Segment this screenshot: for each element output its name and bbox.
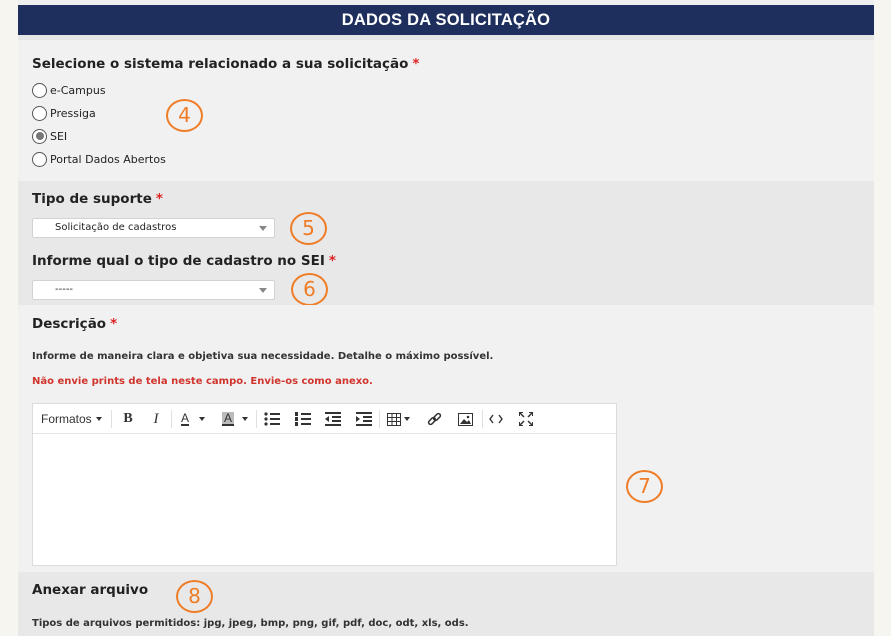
toolbar-divider [111,410,112,428]
section-header: DADOS DA SOLICITAÇÃO [18,5,874,35]
image-icon [457,412,473,426]
text-color-icon: A [180,411,189,426]
descricao-warning: Não envie prints de tela neste campo. En… [32,376,373,387]
formats-dropdown[interactable]: Formatos [41,404,102,434]
chevron-down-icon [259,288,267,293]
indent-icon [356,412,372,426]
fullscreen-icon [519,412,533,426]
bullet-list-button[interactable] [262,404,282,434]
code-icon [489,414,503,424]
table-button[interactable] [384,404,412,434]
toolbar-divider [256,410,257,428]
chevron-down-icon [403,417,410,421]
sistema-label: Selecione o sistema relacionado a sua so… [32,56,420,72]
chevron-down-icon [95,417,102,421]
indent-button[interactable] [354,404,374,434]
chevron-down-icon [259,226,267,231]
radio-pressiga[interactable]: Pressiga [32,104,96,122]
radio-button-selected[interactable] [32,128,47,144]
radio-portal-dados-abertos[interactable]: Portal Dados Abertos [32,150,166,168]
radio-ecampus[interactable]: e-Campus [32,81,106,99]
section-descricao: Descrição * Informe de maneira clara e ob… [18,305,874,572]
source-code-button[interactable] [485,404,507,434]
anexo-label: Anexar arquivo [32,582,149,598]
italic-button[interactable]: I [147,404,165,434]
link-button[interactable] [423,404,445,434]
toolbar-divider [482,410,483,428]
section-suporte: Tipo de suporte * Solicitação de cadastro… [18,181,874,306]
bg-color-icon: A [221,411,234,426]
required-mark: * [412,56,420,72]
radio-button[interactable] [32,82,47,98]
chevron-down-icon [242,417,248,421]
radio-sei[interactable]: SEI [32,127,67,145]
outdent-button[interactable] [323,404,343,434]
numbered-list-button[interactable] [293,404,313,434]
outdent-icon [325,412,341,426]
table-icon [386,412,401,426]
suporte-select[interactable]: Solicitação de cadastros [32,218,275,238]
section-sistema: Selecione o sistema relacionado a sua so… [18,40,874,181]
suporte-label: Tipo de suporte * [32,191,163,207]
bullet-list-icon [264,412,280,426]
annotation-badge-5: 5 [290,212,327,245]
fullscreen-button[interactable] [515,404,537,434]
annotation-badge-7: 7 [626,470,663,503]
descricao-hint: Informe de maneira clara e objetiva sua … [32,351,494,362]
bold-button[interactable]: B [119,404,137,434]
chevron-down-icon [199,417,205,421]
radio-button[interactable] [32,151,47,167]
cadastro-select[interactable]: ----- [32,280,275,300]
rich-text-editor[interactable]: Formatos B I A A [32,403,617,566]
required-mark: * [155,191,163,207]
radio-button[interactable] [32,105,47,121]
section-anexo: Anexar arquivo Tipos de arquivos permiti… [18,572,874,636]
annotation-badge-4: 4 [166,99,203,132]
cadastro-label: Informe qual o tipo de cadastro no SEI * [32,253,336,269]
toolbar-divider [171,410,172,428]
required-mark: * [110,316,118,332]
form-panel: DADOS DA SOLICITAÇÃO Selecione o sistema… [18,0,874,636]
editor-toolbar: Formatos B I A A [33,404,616,434]
annotation-badge-6: 6 [291,273,328,306]
annotation-badge-8: 8 [176,580,213,613]
editor-content-area[interactable] [33,435,616,565]
text-color-button[interactable]: A [177,404,209,434]
image-button[interactable] [454,404,476,434]
required-mark: * [328,253,336,269]
link-icon [427,412,441,425]
toolbar-divider [379,410,380,428]
descricao-label: Descrição * [32,316,118,332]
background-color-button[interactable]: A [218,404,252,434]
numbered-list-icon [295,412,311,426]
anexo-hint: Tipos de arquivos permitidos: jpg, jpeg,… [32,618,469,629]
